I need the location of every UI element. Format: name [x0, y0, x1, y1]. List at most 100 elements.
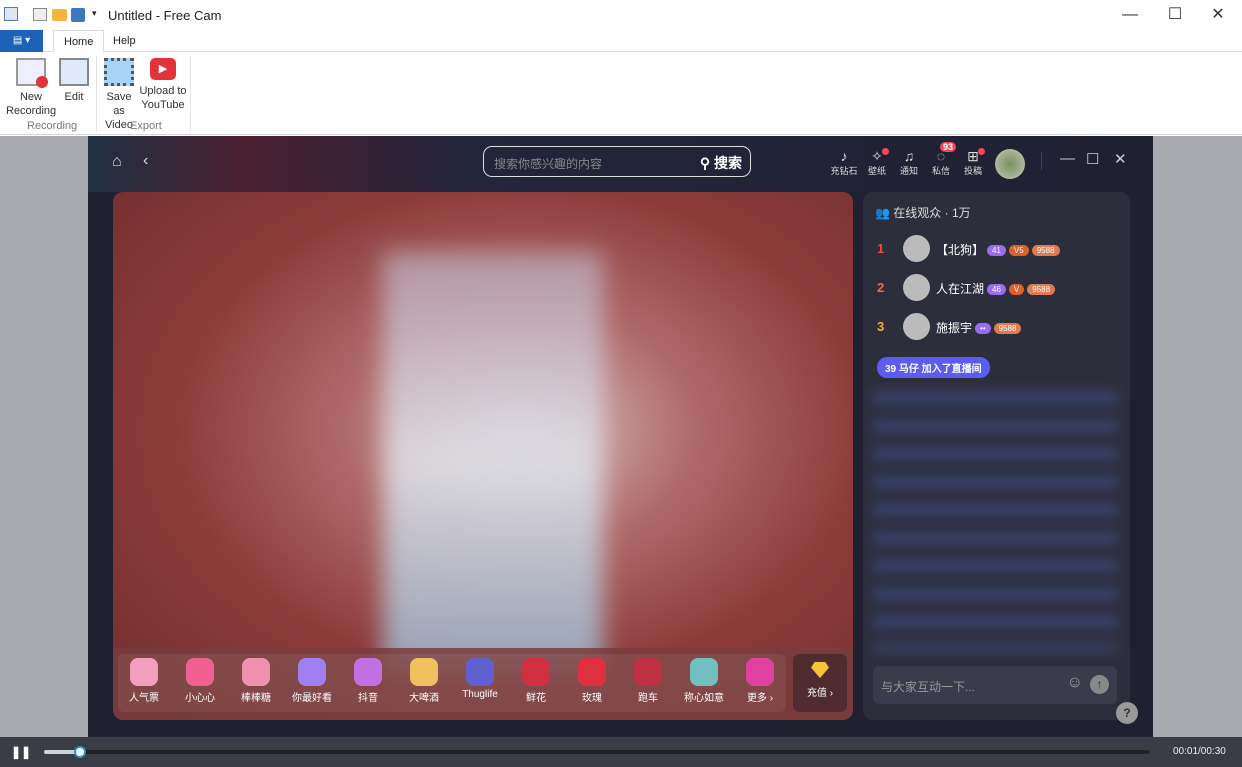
chat-placeholder: 与大家互动一下...	[881, 680, 976, 694]
quick-access-dropdown-icon[interactable]: ▾	[92, 8, 97, 19]
user-badge: 9588	[993, 323, 1022, 334]
user-badge: 9588	[1031, 245, 1060, 256]
join-message: 39 马仔 加入了直播间	[877, 357, 990, 378]
avatar	[903, 274, 930, 301]
live-stream-video[interactable]	[113, 192, 853, 720]
top-viewer-row[interactable]: 3 施振宇 •• 9588	[863, 308, 1130, 346]
recharge-button[interactable]: 充值 ›	[793, 654, 847, 712]
gift-item[interactable]: 鲜花	[510, 658, 562, 704]
gift-item[interactable]: 棒棒糖	[230, 658, 282, 704]
group-divider	[190, 56, 191, 132]
tab-help[interactable]: Help	[103, 30, 146, 52]
gift-icon	[298, 658, 326, 686]
user-badge: ••	[975, 323, 991, 334]
notification-dot	[882, 148, 889, 155]
open-folder-icon[interactable]	[52, 9, 67, 21]
gift-label: 人气票	[129, 693, 159, 704]
user-badge: 9588	[1027, 284, 1056, 295]
gift-label: Thuglife	[462, 689, 498, 700]
user-badge: 41	[987, 245, 1006, 256]
gift-label: 你最好看	[292, 693, 332, 704]
app-top-bar: ⌂ ‹ 搜索你感兴趣的内容 ⚲ 搜索 ♪ 充钻石 ✧ 壁纸 ♫ 通知 ◌ 93 私信 ⊞ 投…	[88, 136, 1153, 192]
search-placeholder: 搜索你感兴趣的内容	[494, 157, 603, 171]
user-avatar[interactable]	[995, 149, 1025, 179]
chat-input[interactable]: 与大家互动一下... ☺ ↑	[873, 666, 1117, 704]
rank-number: 1	[877, 241, 885, 256]
back-icon[interactable]: ‹	[143, 152, 148, 170]
diamond-icon	[811, 662, 829, 678]
save-icon[interactable]	[71, 8, 85, 22]
gift-item[interactable]: 称心如意	[678, 658, 730, 704]
top-icon-label: 通知	[899, 166, 918, 176]
audience-panel: 👥 在线观众 · 1万 1 【北狗】 41 V5 9588 2 人在江湖 46 V 9588 3 施振…	[863, 192, 1130, 720]
home-icon[interactable]: ⌂	[112, 153, 122, 171]
upload-youtube-button[interactable]: ▶ Upload to YouTube	[138, 58, 188, 112]
recharge-label: 充值 ›	[806, 688, 834, 699]
file-menu-button[interactable]: ▤ ▾	[0, 30, 43, 52]
user-badge: V5	[1008, 245, 1029, 256]
gift-icon	[410, 658, 438, 686]
chat-messages-blurred	[873, 392, 1118, 652]
gift-item[interactable]: 大啤酒	[398, 658, 450, 704]
top-icon-messages[interactable]: ◌ 93 私信	[926, 142, 957, 177]
bell-icon: ♫	[903, 148, 915, 164]
group-export-label: Export	[130, 120, 162, 132]
edit-button[interactable]: Edit	[58, 58, 90, 104]
title-bar: ▾ Untitled - Free Cam — ☐ ✕	[0, 0, 1242, 30]
gift-label: 大啤酒	[409, 693, 439, 704]
video-frame: ⌂ ‹ 搜索你感兴趣的内容 ⚲ 搜索 ♪ 充钻石 ✧ 壁纸 ♫ 通知 ◌ 93 私信 ⊞ 投…	[88, 136, 1153, 737]
app-maximize-icon[interactable]: ☐	[1086, 150, 1099, 168]
send-icon[interactable]: ↑	[1090, 675, 1109, 694]
gift-list: 人气票 小心心 棒棒糖 你最好看 抖音 大啤酒 Thuglife 鲜花 玫瑰 跑车 称心如意 更多 ›	[118, 654, 786, 712]
top-icon-wallpaper[interactable]: ✧ 壁纸	[862, 148, 892, 177]
top-viewer-row[interactable]: 2 人在江湖 46 V 9588	[863, 269, 1130, 307]
window-title: Untitled - Free Cam	[108, 8, 222, 23]
gift-item[interactable]: 你最好看	[286, 658, 338, 704]
upload-label: Upload to YouTube	[139, 85, 187, 111]
save-video-label: Save as Video	[105, 91, 133, 131]
minimize-button[interactable]: —	[1110, 4, 1150, 26]
seek-bar[interactable]	[44, 750, 1150, 754]
new-recording-button[interactable]: New Recording	[6, 58, 56, 118]
gift-item[interactable]: 玫瑰	[566, 658, 618, 704]
new-recording-label: New Recording	[6, 91, 57, 117]
search-input[interactable]: 搜索你感兴趣的内容 ⚲ 搜索	[483, 146, 751, 177]
emoji-icon[interactable]: ☺	[1067, 674, 1083, 692]
gift-icon	[578, 658, 606, 686]
gift-label: 鲜花	[526, 693, 546, 704]
seek-handle[interactable]	[74, 746, 87, 758]
help-icon[interactable]: ?	[1116, 702, 1138, 724]
app-close-icon[interactable]: ✕	[1114, 150, 1127, 168]
gift-label: 棒棒糖	[241, 693, 271, 704]
gift-label: 玫瑰	[582, 693, 602, 704]
app-minimize-icon[interactable]: —	[1060, 150, 1075, 167]
gift-label: 抖音	[358, 693, 378, 704]
maximize-button[interactable]: ☐	[1155, 4, 1195, 26]
gift-icon	[466, 658, 494, 686]
gift-item[interactable]: 小心心	[174, 658, 226, 704]
close-button[interactable]: ✕	[1198, 4, 1238, 26]
gift-item[interactable]: 跑车	[622, 658, 674, 704]
top-icon-upload[interactable]: ⊞ 投稿	[958, 148, 988, 177]
group-recording-label: Recording	[27, 120, 78, 132]
search-button[interactable]: ⚲ 搜索	[700, 153, 742, 173]
playback-bar: ❚❚ 00:01/00:30	[0, 737, 1242, 767]
gift-item[interactable]: 抖音	[342, 658, 394, 704]
pause-icon[interactable]: ❚❚	[11, 745, 31, 759]
top-icon-label: 投稿	[963, 166, 982, 176]
top-icon-notify[interactable]: ♫ 通知	[894, 148, 924, 177]
gift-icon	[130, 658, 158, 686]
new-recording-quick-icon[interactable]	[33, 8, 47, 21]
youtube-icon: ▶	[150, 58, 176, 80]
user-name: 【北狗】	[936, 243, 985, 257]
top-icon-diamond[interactable]: ♪ 充钻石	[829, 148, 859, 177]
tab-home[interactable]: Home	[53, 30, 105, 52]
gift-item[interactable]: Thuglife	[454, 658, 506, 700]
message-badge: 93	[940, 142, 957, 152]
gift-icon	[746, 658, 774, 686]
top-viewer-row[interactable]: 1 【北狗】 41 V5 9588	[863, 230, 1130, 268]
gift-icon	[690, 658, 718, 686]
gift-item[interactable]: 更多 ›	[734, 658, 786, 704]
gift-item[interactable]: 人气票	[118, 658, 170, 704]
gift-bar: 人气票 小心心 棒棒糖 你最好看 抖音 大啤酒 Thuglife 鲜花 玫瑰 跑车 称心如意 更多 ›…	[113, 648, 853, 720]
